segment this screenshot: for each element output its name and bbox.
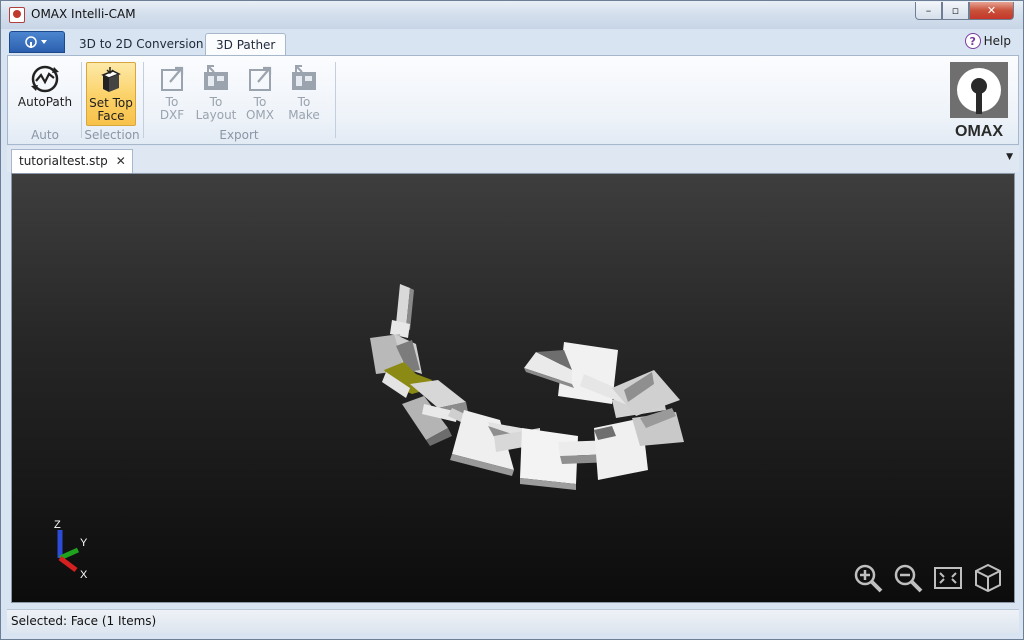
- set-top-face-label-line2: Face: [97, 109, 125, 123]
- to-dxf-label-line2: DXF: [159, 108, 185, 122]
- tab-3d-pather[interactable]: 3D Pather: [205, 33, 287, 57]
- help-label: Help: [983, 34, 1011, 48]
- axis-x-label: X: [80, 569, 88, 581]
- export-omx-icon: [244, 64, 276, 92]
- group-separator: [335, 62, 336, 138]
- close-document-icon[interactable]: ✕: [116, 154, 126, 168]
- app-menu-icon: [25, 36, 47, 48]
- status-text: Selected: Face (1 Items): [11, 614, 157, 628]
- export-layout-icon: [200, 64, 232, 92]
- axis-triad: Z Y X: [54, 519, 88, 581]
- to-layout-button[interactable]: To Layout: [194, 62, 238, 126]
- iso-view-cube-icon[interactable]: [972, 562, 1004, 594]
- group-separator: [81, 62, 82, 138]
- tab-3d-to-2d-conversion[interactable]: 3D to 2D Conversion: [69, 33, 214, 55]
- zoom-in-icon[interactable]: [852, 562, 884, 594]
- ribbon-panel: AutoPath Auto Set Top Face Selection To …: [7, 55, 1019, 145]
- view-toolbar: [852, 562, 1004, 594]
- autopath-label: AutoPath: [17, 95, 73, 109]
- close-button[interactable]: ✕: [969, 2, 1014, 20]
- title-bar: OMAX Intelli-CAM – ▫ ✕: [1, 1, 1023, 29]
- axis-z-label: Z: [54, 519, 61, 531]
- autopath-icon: [29, 64, 61, 93]
- model-part: [524, 342, 680, 416]
- export-dxf-icon: [156, 64, 188, 92]
- minimize-button[interactable]: –: [915, 2, 942, 20]
- axis-y-label: Y: [80, 537, 88, 549]
- ribbon-group-export: To DXF To Layout To OMX To Make Export: [146, 60, 332, 144]
- to-omx-label-line2: OMX: [245, 108, 275, 122]
- omax-logo-text: OMAX: [955, 123, 1003, 140]
- 3d-viewport[interactable]: Z Y X: [11, 173, 1015, 603]
- document-tab[interactable]: tutorialtest.stp ✕: [11, 149, 133, 173]
- omax-logo: OMAX: [948, 60, 1010, 140]
- document-tab-label: tutorialtest.stp: [19, 154, 108, 168]
- zoom-out-icon[interactable]: [892, 562, 924, 594]
- model-part: [370, 284, 422, 374]
- help-button[interactable]: ? Help: [964, 33, 1011, 49]
- group-label-export: Export: [219, 128, 259, 142]
- 3d-model-view[interactable]: [12, 174, 1015, 603]
- status-bar: Selected: Face (1 Items): [7, 609, 1019, 633]
- document-tab-strip: tutorialtest.stp ✕ ▼: [7, 146, 1019, 173]
- set-top-face-icon: [95, 65, 127, 93]
- window-title: OMAX Intelli-CAM: [31, 7, 136, 21]
- app-logo-icon[interactable]: [9, 7, 25, 23]
- to-dxf-button[interactable]: To DXF: [150, 62, 194, 126]
- ribbon-group-selection: Set Top Face Selection: [84, 60, 140, 144]
- zoom-fit-icon[interactable]: [932, 562, 964, 594]
- to-omx-button[interactable]: To OMX: [238, 62, 282, 126]
- group-label-auto: Auto: [31, 128, 59, 142]
- set-top-face-button[interactable]: Set Top Face: [86, 62, 136, 126]
- app-window: OMAX Intelli-CAM – ▫ ✕ 3D to 2D Conversi…: [0, 0, 1024, 640]
- to-layout-label-line2: Layout: [195, 108, 237, 122]
- export-make-icon: [288, 64, 320, 92]
- help-icon: ?: [964, 33, 981, 49]
- to-make-label-line2: Make: [288, 108, 320, 122]
- to-make-button[interactable]: To Make: [282, 62, 326, 126]
- document-list-dropdown-icon[interactable]: ▼: [1006, 152, 1013, 162]
- group-separator: [143, 62, 144, 138]
- ribbon-group-auto: AutoPath Auto: [12, 60, 78, 144]
- model-part: [450, 410, 616, 490]
- maximize-button[interactable]: ▫: [942, 2, 969, 20]
- application-menu-button[interactable]: [9, 31, 65, 53]
- autopath-button[interactable]: AutoPath: [16, 62, 74, 126]
- ribbon-tab-row: 3D to 2D Conversion 3D Pather ? Help: [7, 31, 1019, 57]
- group-label-selection: Selection: [84, 128, 140, 142]
